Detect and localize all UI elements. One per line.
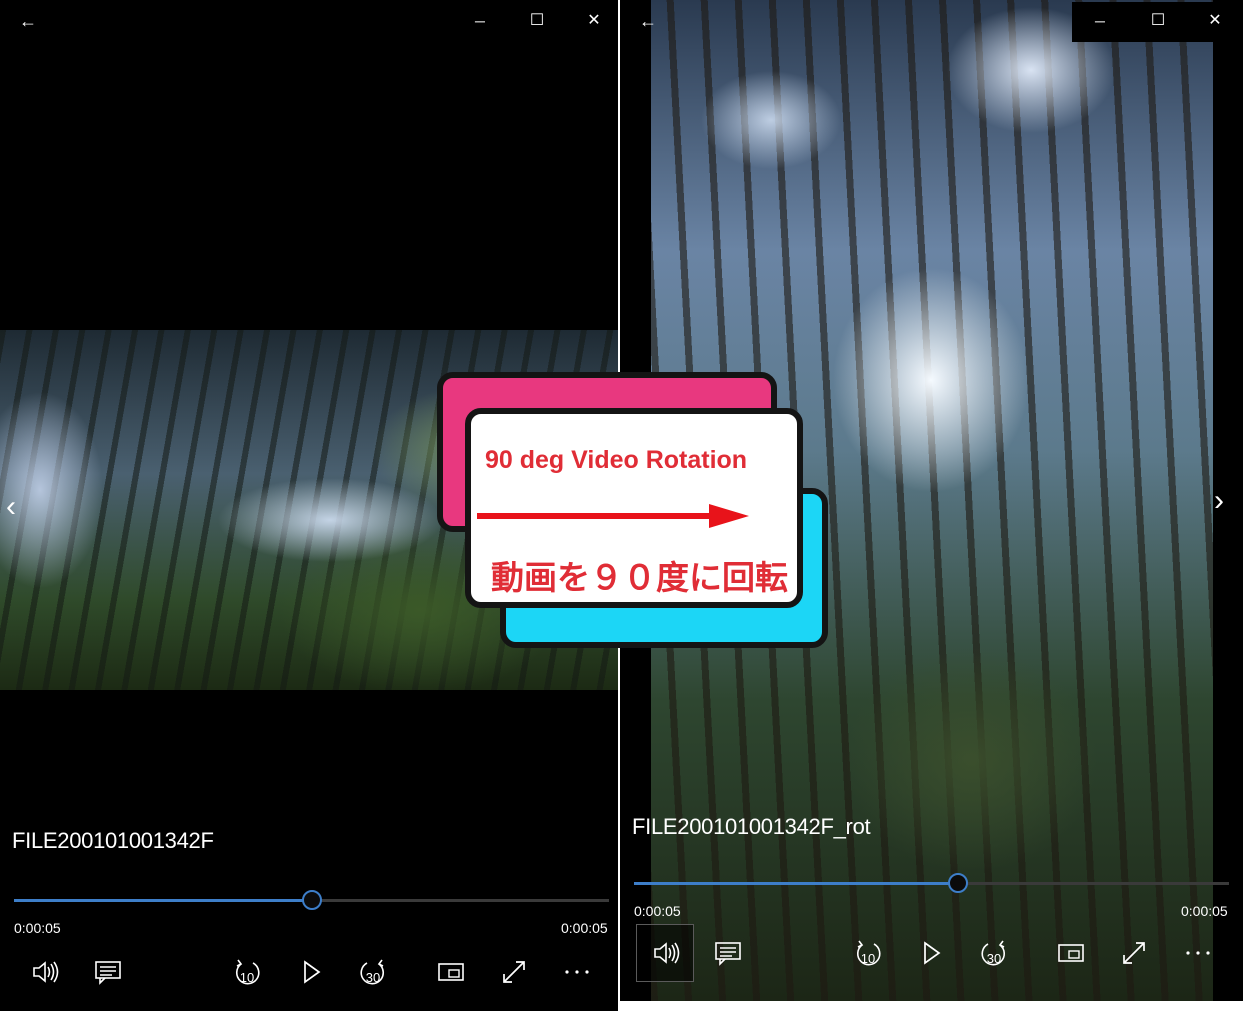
fullscreen-icon <box>503 961 525 983</box>
minimize-button[interactable]: ─ <box>460 6 500 36</box>
seek-bar[interactable] <box>634 882 1229 885</box>
skip-back-icon: 10 <box>235 959 260 985</box>
skip-forward-icon: 30 <box>360 959 385 985</box>
overlay-japanese-text: 動画を９０度に回転 <box>491 559 788 596</box>
play-icon <box>924 941 941 965</box>
seek-bar-progress <box>634 882 958 885</box>
back-button[interactable]: ← <box>628 6 668 36</box>
captions-button[interactable] <box>86 954 130 990</box>
current-time: 0:00:05 <box>634 903 681 919</box>
fullscreen-icon <box>1123 942 1145 964</box>
rotation-overlay-graphic: 90 deg Video Rotation 動画を９０度に回転 <box>435 370 835 660</box>
mini-view-button[interactable] <box>429 954 473 990</box>
previous-chevron-icon[interactable]: ‹ <box>6 490 16 524</box>
mini-view-icon <box>438 963 464 981</box>
volume-button[interactable] <box>636 924 694 982</box>
skip-forward-button[interactable]: 30 <box>351 954 395 990</box>
total-time: 0:00:05 <box>1181 903 1228 919</box>
current-time: 0:00:05 <box>14 920 61 936</box>
close-button[interactable]: ✕ <box>574 6 614 36</box>
skip-forward-label: 30 <box>366 970 380 985</box>
total-time: 0:00:05 <box>561 920 608 936</box>
fullscreen-button[interactable] <box>492 954 536 990</box>
right-arrow-icon <box>477 504 749 528</box>
play-button[interactable] <box>289 954 333 990</box>
speaker-icon <box>654 942 680 964</box>
more-options-button[interactable] <box>555 954 599 990</box>
next-chevron-icon[interactable]: › <box>1214 484 1224 518</box>
play-icon <box>304 960 321 984</box>
captions-button[interactable] <box>706 935 750 971</box>
captions-icon <box>715 942 741 966</box>
seek-bar-progress <box>14 899 312 902</box>
more-icon <box>565 970 589 974</box>
back-arrow-icon: ← <box>19 11 37 31</box>
mini-view-icon <box>1058 944 1084 962</box>
skip-forward-label: 30 <box>987 951 1001 966</box>
skip-back-button[interactable]: 10 <box>225 954 269 990</box>
skip-back-button[interactable]: 10 <box>846 935 890 971</box>
minimize-button[interactable]: ─ <box>1080 6 1120 36</box>
skip-back-icon: 10 <box>856 940 881 966</box>
play-button[interactable] <box>909 935 953 971</box>
mini-view-button[interactable] <box>1049 935 1093 971</box>
captions-icon <box>95 961 121 985</box>
skip-back-label: 10 <box>240 970 254 985</box>
maximize-button[interactable]: ☐ <box>517 6 557 36</box>
back-button[interactable]: ← <box>8 6 48 36</box>
more-icon <box>1186 951 1210 955</box>
volume-button[interactable] <box>22 954 66 990</box>
seek-thumb[interactable] <box>301 890 322 910</box>
skip-forward-icon: 30 <box>981 940 1006 966</box>
skip-back-label: 10 <box>861 951 875 966</box>
back-arrow-icon: ← <box>639 11 657 31</box>
more-options-button[interactable] <box>1176 935 1220 971</box>
video-title: FILE200101001342F <box>12 828 214 853</box>
speaker-icon <box>33 961 59 983</box>
maximize-button[interactable]: ☐ <box>1138 6 1178 36</box>
seek-thumb[interactable] <box>947 873 968 893</box>
video-title: FILE200101001342F_rot <box>632 814 871 839</box>
skip-forward-button[interactable]: 30 <box>972 935 1016 971</box>
close-button[interactable]: ✕ <box>1195 6 1235 36</box>
overlay-english-text: 90 deg Video Rotation <box>485 446 748 474</box>
fullscreen-button[interactable] <box>1112 935 1156 971</box>
